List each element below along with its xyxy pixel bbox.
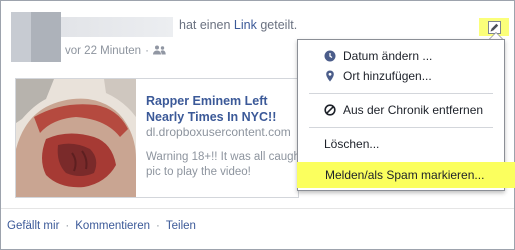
menu-separator bbox=[309, 93, 493, 94]
action-bar-divider bbox=[1, 208, 514, 209]
action-separator: · bbox=[156, 220, 160, 232]
shared-link-domain: dl.dropboxusercontent.com bbox=[146, 125, 291, 139]
block-icon bbox=[324, 104, 336, 116]
timestamp[interactable]: vor 22 Minuten bbox=[65, 45, 141, 57]
meta-separator: · bbox=[145, 45, 149, 57]
author-name-redacted bbox=[61, 17, 173, 37]
share-link[interactable]: Teilen bbox=[166, 220, 196, 232]
menu-item-label: Datum ändern ... bbox=[343, 49, 433, 63]
link-thumbnail-image[interactable] bbox=[16, 79, 136, 197]
menu-item-change-date[interactable]: Datum ändern ... bbox=[298, 46, 504, 66]
headline-prefix: hat einen bbox=[179, 18, 234, 32]
menu-item-add-location[interactable]: Ort hinzufügen... bbox=[298, 66, 504, 86]
menu-item-label: Aus der Chronik entfernen bbox=[343, 103, 484, 117]
story-meta: vor 22 Minuten · bbox=[65, 45, 166, 57]
avatar[interactable] bbox=[11, 12, 61, 62]
comment-link[interactable]: Kommentieren bbox=[75, 220, 150, 232]
shared-link-description: Warning 18+!! It was all caught pic to p… bbox=[146, 151, 299, 178]
headline-link[interactable]: Link bbox=[234, 18, 257, 32]
menu-item-remove-from-timeline[interactable]: Aus der Chronik entfernen bbox=[298, 100, 504, 120]
timeline-frame: hat einen Link geteilt. vor 22 Minuten · … bbox=[0, 0, 515, 250]
menu-separator bbox=[309, 127, 493, 128]
location-pin-icon bbox=[324, 70, 336, 82]
menu-item-label: Ort hinzufügen... bbox=[343, 69, 432, 83]
story-options-menu: Datum ändern ... Ort hinzufügen... Aus d… bbox=[297, 39, 515, 191]
action-separator: · bbox=[65, 220, 70, 232]
menu-item-report-spam[interactable]: Melden/als Spam markieren... bbox=[297, 162, 515, 188]
clock-icon bbox=[324, 50, 336, 62]
audience-friends-icon[interactable] bbox=[152, 45, 166, 55]
menu-item-delete[interactable]: Löschen... bbox=[298, 134, 504, 154]
story-headline: hat einen Link geteilt. bbox=[179, 18, 297, 32]
menu-item-label: Löschen... bbox=[324, 137, 380, 151]
story-action-bar: Gefällt mir · Kommentieren · Teilen bbox=[7, 220, 196, 232]
menu-item-label: Melden/als Spam markieren... bbox=[325, 168, 485, 182]
headline-suffix: geteilt. bbox=[256, 18, 298, 32]
shared-link-preview[interactable]: Rapper Eminem Left Nearly Times In NYC!!… bbox=[15, 78, 299, 198]
like-link[interactable]: Gefällt mir bbox=[7, 220, 59, 232]
shared-link-title[interactable]: Rapper Eminem Left Nearly Times In NYC!! bbox=[146, 93, 298, 125]
menu-caret bbox=[489, 32, 503, 39]
